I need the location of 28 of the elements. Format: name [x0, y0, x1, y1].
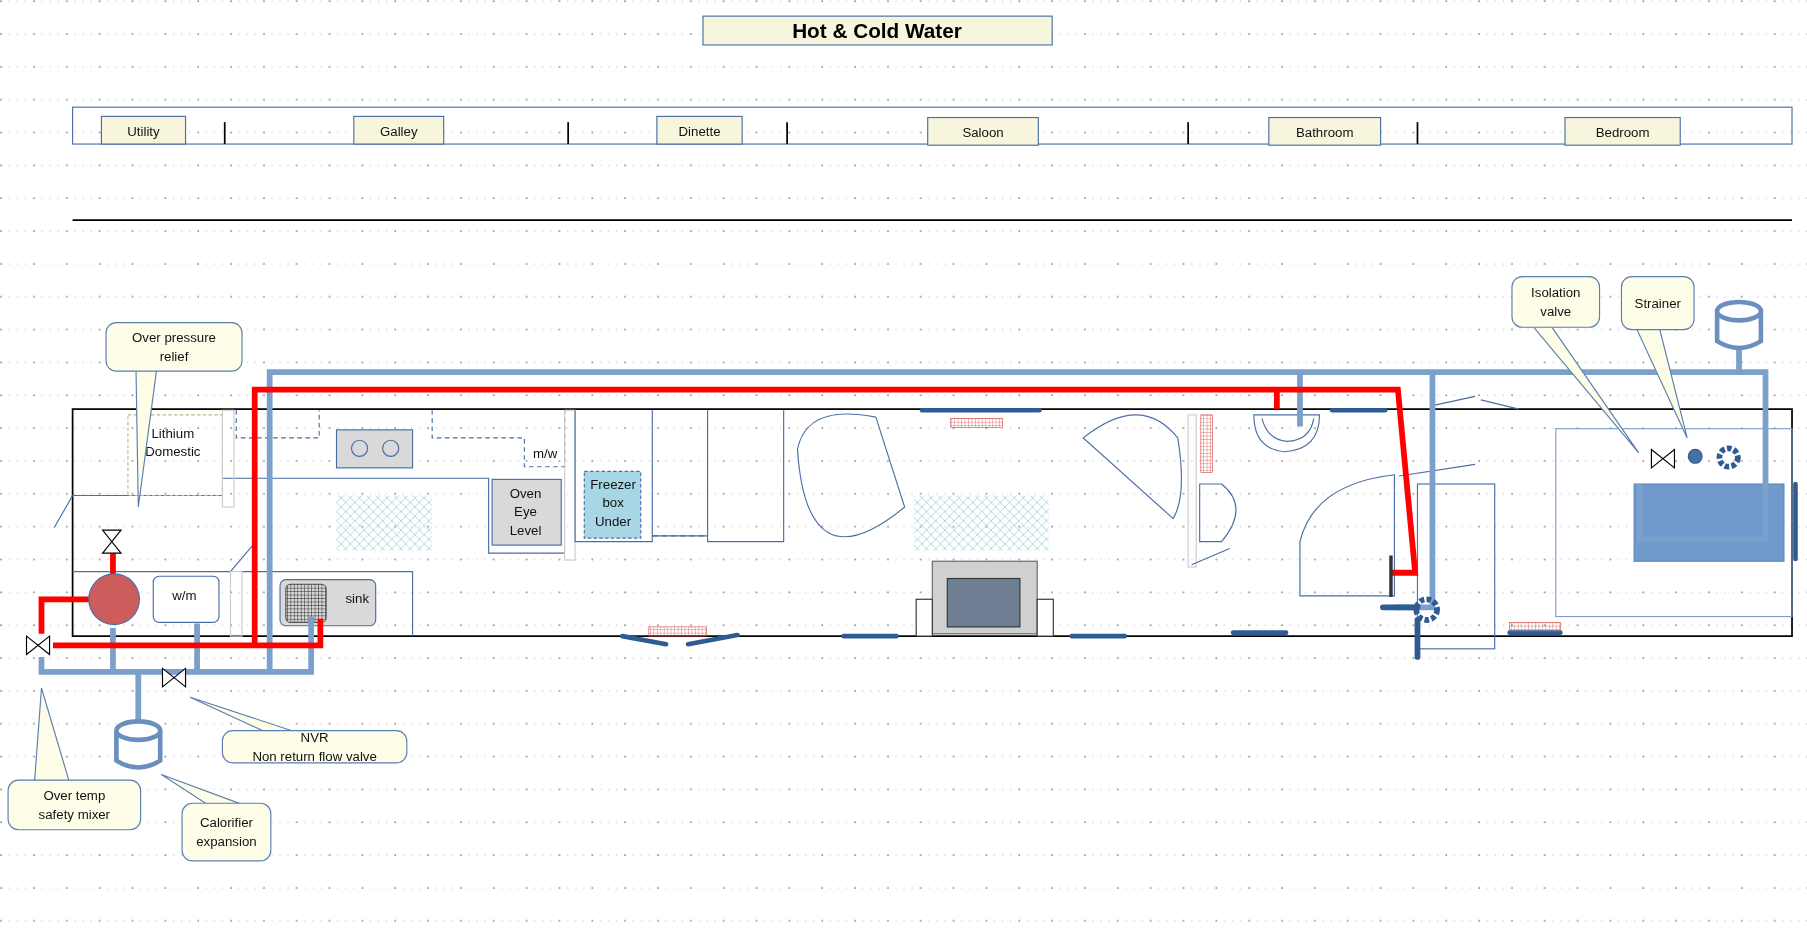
room-tag: Saloon [927, 116, 1039, 146]
room-tag: Bathroom [1268, 116, 1382, 146]
room-tag: Bedroom [1564, 116, 1681, 146]
fixture-label: Lithium Domestic [145, 425, 201, 460]
valve-icon [101, 529, 123, 554]
tap-icon [1380, 596, 1440, 660]
cylinder-icon [1714, 299, 1764, 351]
fixture-label: m/w [532, 445, 558, 461]
fixture-label: Oven Eye Level [509, 485, 542, 538]
callout: Calorifier expansion [160, 773, 272, 862]
room-tag: Galley [353, 115, 445, 145]
fixture-label: w/m [172, 588, 197, 604]
diagram-title: Hot & Cold Water [702, 15, 1053, 46]
callout: NVR Non return flow valve [189, 696, 408, 764]
cylinder-icon [114, 719, 163, 770]
callout: Strainer [1620, 276, 1695, 439]
callout: Over temp safety mixer [7, 687, 142, 831]
room-tag: Utility [100, 115, 187, 145]
valve-icon [1650, 448, 1676, 470]
ball-icon [1687, 448, 1703, 464]
shower-rail [1389, 555, 1393, 597]
valve-icon [25, 634, 51, 656]
tap-icon [1716, 445, 1741, 470]
fixture-label: sink [345, 590, 370, 606]
room-tag: Dinette [656, 115, 743, 145]
calorifier-tank [88, 573, 141, 626]
fixture-label: Freezer box Under [590, 476, 636, 529]
valve-icon [161, 667, 187, 689]
